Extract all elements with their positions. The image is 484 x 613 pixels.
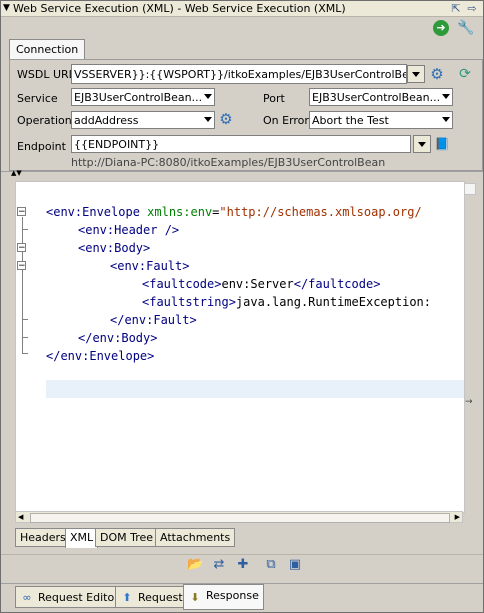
side-arrow-icon: → — [465, 397, 473, 407]
service-value: EJB3UserControlBean... — [74, 91, 203, 104]
chevron-down-icon — [204, 117, 212, 122]
service-label: Service — [17, 92, 58, 105]
gear-icon[interactable]: ⚙ — [428, 65, 446, 83]
xml-editor[interactable]: − − − <env:Envelope xmlns:env="http://sc… — [15, 181, 465, 513]
editor-icon: ∞ — [22, 591, 32, 604]
scroll-left-icon[interactable]: ◀ — [18, 513, 23, 521]
detach-icon[interactable]: ⇱ — [449, 2, 463, 15]
tab-response[interactable]: ⬇ Response — [183, 584, 264, 610]
xml-value: "http://schemas.xmlsoap.org/ — [219, 205, 422, 219]
open-folder-icon[interactable]: 📂 — [187, 557, 203, 573]
tab-connection[interactable]: Connection — [9, 39, 86, 60]
onerror-label: On Error — [263, 114, 309, 127]
download-arrow-icon: ⬇ — [190, 591, 200, 604]
tab-request[interactable]: ⬆ Request — [115, 586, 188, 608]
fold-tick — [22, 337, 28, 338]
fold-tick — [22, 353, 28, 354]
window-icon[interactable]: ▣ — [287, 557, 303, 573]
service-select[interactable]: EJB3UserControlBean... — [71, 88, 215, 106]
chevron-down-icon — [442, 117, 450, 122]
book-icon[interactable]: 📘 — [433, 135, 451, 153]
chevron-down-icon — [442, 94, 450, 99]
tab-request-editor[interactable]: ∞ Request Editor — [15, 586, 124, 608]
splitter[interactable]: ▲▼ — [1, 170, 483, 180]
xml-tag: <faultcode> — [142, 277, 222, 291]
xml-line-4: <env:Fault> — [110, 259, 190, 273]
tab-connection-label: Connection — [16, 43, 79, 56]
operation-select[interactable]: addAddress — [71, 111, 215, 129]
operation-gear-icon[interactable]: ⚙ — [217, 110, 235, 128]
refresh-icon[interactable]: ⟳ — [457, 66, 473, 82]
horizontal-scrollbar[interactable]: ◀ ▶ — [15, 511, 463, 523]
wrench-icon[interactable]: 🔧 — [457, 19, 475, 37]
fold-tick — [22, 229, 28, 230]
tab-request-label: Request — [138, 591, 183, 604]
tab-xml[interactable]: XML — [65, 528, 99, 548]
xml-line-1: <env:Envelope xmlns:env="http://schemas.… — [46, 203, 422, 221]
xml-text: java.lang.RuntimeException: — [235, 295, 431, 309]
xml-line-2: <env:Header /> — [78, 223, 180, 237]
port-select[interactable]: EJB3UserControlBean... — [309, 88, 453, 106]
tab-headers[interactable]: Headers — [15, 528, 71, 547]
tab-xml-label: XML — [70, 531, 94, 544]
operation-value: addAddress — [74, 114, 139, 127]
collapse-arrows-icon[interactable]: ▲▼ — [11, 170, 22, 177]
endpoint-input[interactable]: {{ENDPOINT}} — [71, 135, 411, 153]
current-line-highlight — [46, 380, 464, 398]
wsdl-url-label: WSDL URL — [17, 68, 75, 81]
onerror-value: Abort the Test — [312, 114, 389, 127]
fold-guide — [22, 217, 23, 353]
window-title: Web Service Execution (XML) - Web Servic… — [13, 2, 346, 15]
port-value: EJB3UserControlBean... — [312, 91, 441, 104]
wsdl-url-input[interactable]: VSSERVER}}:{{WSPORT}}/itkoExamples/EJB3U… — [71, 64, 407, 84]
fold-toggle-icon[interactable]: − — [17, 207, 26, 217]
endpoint-dropdown-button[interactable] — [413, 135, 431, 153]
xml-tag: <env:Envelope — [46, 205, 140, 219]
scrollbar-thumb[interactable] — [30, 513, 450, 523]
endpoint-resolved-url: http://Diana-PC:8080/itkoExamples/EJB3Us… — [71, 156, 386, 169]
tab-headers-label: Headers — [20, 531, 66, 544]
xml-line-3: <env:Body> — [78, 241, 151, 255]
tab-attachments[interactable]: Attachments — [155, 528, 236, 547]
window-frame: ▼ Web Service Execution (XML) - Web Serv… — [0, 0, 484, 613]
title-bar: ▼ Web Service Execution (XML) - Web Serv… — [1, 1, 483, 17]
fold-toggle-icon[interactable]: − — [17, 243, 26, 253]
xml-text: env:Server — [221, 277, 294, 291]
operation-label: Operation — [17, 114, 72, 127]
chevron-down-icon — [204, 94, 212, 99]
xml-line-6: <faultstring>java.lang.RuntimeException: — [142, 293, 431, 311]
copy-icon[interactable]: ⧉ — [263, 557, 279, 573]
fold-tick — [22, 319, 28, 320]
add-node-icon[interactable]: ✚ — [235, 557, 251, 573]
upload-arrow-icon: ⬆ — [122, 591, 132, 604]
tab-dom-tree[interactable]: DOM Tree — [95, 528, 159, 547]
editor-corner-box — [464, 183, 476, 195]
xml-line-7: </env:Fault> — [110, 313, 197, 327]
scroll-right-icon[interactable]: ▶ — [455, 513, 460, 521]
execute-go-icon[interactable]: ➜ — [433, 20, 449, 36]
tab-dom-tree-label: DOM Tree — [100, 531, 154, 544]
xml-line-9: </env:Envelope> — [46, 349, 155, 363]
swap-icon[interactable]: ⇄ — [211, 557, 227, 573]
wsdl-dropdown-button[interactable] — [407, 65, 425, 83]
arrow-right-icon[interactable]: ⇨ — [465, 2, 479, 15]
xml-tag: <faultstring> — [142, 295, 236, 309]
xml-attr: xmlns:env — [139, 205, 213, 219]
tab-request-editor-label: Request Editor — [38, 591, 119, 604]
collapse-icon[interactable]: ▼ — [3, 1, 10, 16]
port-label: Port — [263, 92, 285, 105]
endpoint-label: Endpoint — [17, 140, 66, 153]
tab-attachments-label: Attachments — [160, 531, 231, 544]
onerror-select[interactable]: Abort the Test — [309, 111, 453, 129]
tab-response-label: Response — [206, 589, 259, 602]
xml-line-8: </env:Body> — [78, 331, 158, 345]
xml-tag: </faultcode> — [293, 277, 381, 291]
xml-line-5: <faultcode>env:Server</faultcode> — [142, 275, 380, 293]
fold-toggle-icon[interactable]: − — [17, 261, 26, 271]
